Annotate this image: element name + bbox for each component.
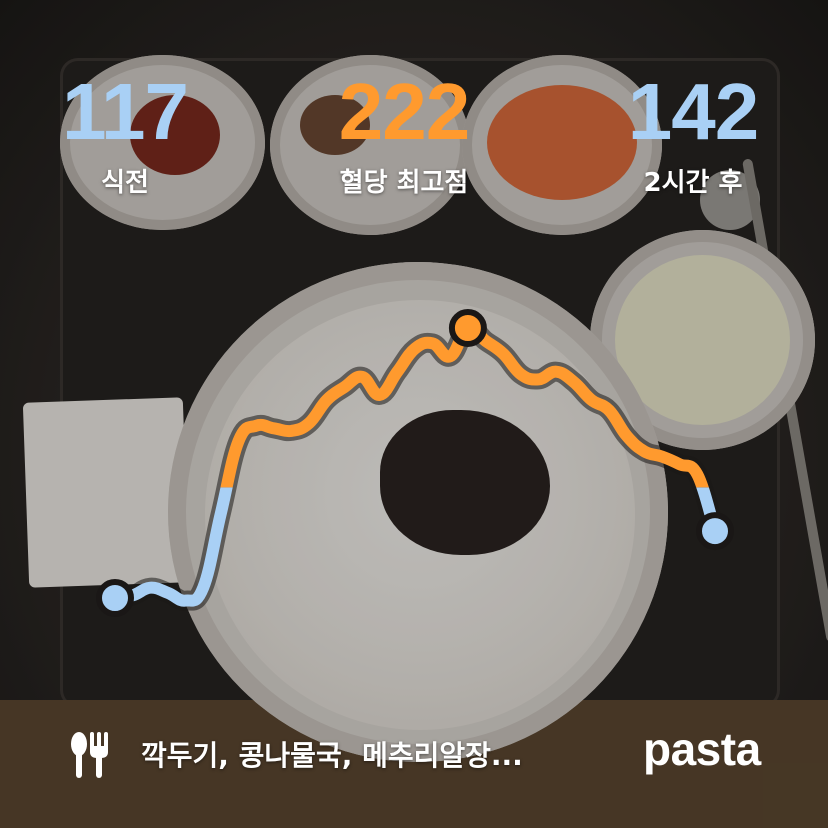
fork-knife-icon [71, 732, 108, 778]
glucose-curve-chart [96, 309, 734, 617]
start-marker [96, 579, 134, 617]
glucose-share-card: 117 식전 222 혈당 최고점 142 2시간 후 깍두기, 콩나물국, 메… [0, 0, 828, 828]
peak-marker [448, 309, 487, 347]
meal-food-list: 깍두기, 콩나물국, 메추리알장... [141, 739, 523, 772]
glucose-curve-normal-segment [109, 487, 721, 607]
footer: 깍두기, 콩나물국, 메추리알장... pasta [0, 720, 828, 790]
brand-logo: pasta [643, 723, 761, 775]
end-marker [696, 512, 734, 551]
